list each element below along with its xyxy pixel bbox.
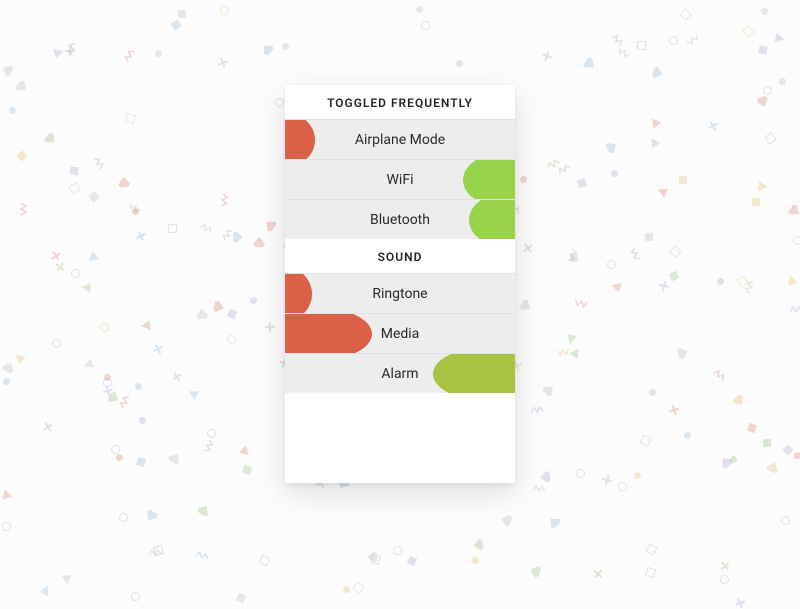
section-header-frequent: TOGGLED FREQUENTLY xyxy=(285,85,515,119)
row-wifi[interactable]: WiFi xyxy=(285,159,515,199)
card-footer-spacer xyxy=(285,393,515,483)
settings-card: TOGGLED FREQUENTLY Airplane Mode WiFi Bl… xyxy=(285,85,515,483)
row-bluetooth[interactable]: Bluetooth xyxy=(285,199,515,239)
row-label: Ringtone xyxy=(285,274,515,313)
row-ringtone[interactable]: Ringtone xyxy=(285,273,515,313)
row-label: Alarm xyxy=(285,354,515,393)
row-label: WiFi xyxy=(285,160,515,199)
row-label: Media xyxy=(285,314,515,353)
section-header-sound: SOUND xyxy=(285,239,515,273)
row-alarm[interactable]: Alarm xyxy=(285,353,515,393)
row-media[interactable]: Media xyxy=(285,313,515,353)
row-label: Bluetooth xyxy=(285,200,515,239)
row-airplane-mode[interactable]: Airplane Mode xyxy=(285,119,515,159)
row-label: Airplane Mode xyxy=(285,120,515,159)
